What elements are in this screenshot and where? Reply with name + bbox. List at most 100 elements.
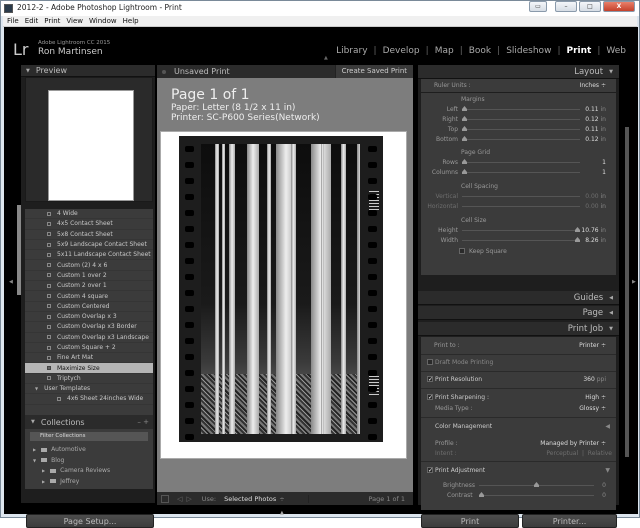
collection-set[interactable]: ▶ Camera Reviews (42, 467, 110, 474)
expand-triangle-icon[interactable]: ▼ (605, 467, 610, 474)
collapsed-triangle-icon[interactable]: ▶ (42, 479, 45, 484)
slider-thumb[interactable] (462, 116, 467, 121)
module-book[interactable]: Book (463, 46, 497, 56)
template-item[interactable]: Custom Overlap x 3 (25, 312, 153, 323)
template-item[interactable]: 5x9 Landscape Contact Sheet (25, 240, 153, 251)
ruler-units-dropdown[interactable]: Inches ÷ (580, 82, 606, 89)
slider-thumb[interactable] (462, 169, 467, 174)
template-item[interactable]: Custom 2 over 1 (25, 281, 153, 292)
cell-width-value[interactable]: 8.26 in (585, 237, 606, 244)
intent-perceptual[interactable]: Perceptual (546, 450, 578, 457)
slider-thumb[interactable] (534, 482, 539, 487)
template-item[interactable]: Custom 1 over 2 (25, 271, 153, 282)
collection-set[interactable]: ▶ Automotive (33, 446, 86, 453)
module-develop[interactable]: Develop (377, 46, 426, 56)
add-remove-collection-buttons[interactable]: – + (137, 418, 149, 426)
layout-header[interactable]: Layout ▼ (418, 65, 619, 79)
draft-mode-checkbox[interactable] (427, 359, 433, 365)
collapse-triangle-icon[interactable]: ◀ (605, 423, 610, 430)
profile-dropdown[interactable]: Managed by Printer ÷ (540, 440, 606, 447)
previous-page-icon[interactable]: ◁ (177, 495, 182, 503)
collapsed-triangle-icon[interactable]: ▶ (33, 447, 36, 452)
margin-top-value[interactable]: 0.11 in (585, 126, 606, 133)
cell-width-slider[interactable] (462, 237, 580, 242)
margin-left-value[interactable]: 0.11 in (585, 106, 606, 113)
left-panel-toggle-icon[interactable]: ◀ (9, 279, 13, 285)
grid-columns-slider[interactable] (462, 169, 580, 174)
cell-height-value[interactable]: 10.76 in (581, 227, 606, 234)
guides-header[interactable]: Guides ◀ (418, 291, 619, 305)
margin-top-slider[interactable] (462, 126, 580, 131)
menu-window[interactable]: Window (89, 16, 117, 26)
grid-rows-slider[interactable] (462, 159, 580, 164)
keep-square-checkbox[interactable] (459, 248, 465, 254)
top-panel-toggle-icon[interactable]: ▲ (324, 55, 328, 61)
template-item[interactable]: Custom (2) 4 x 6 (25, 260, 153, 271)
print-sharpening-dropdown[interactable]: High ÷ (585, 394, 606, 401)
margin-bottom-value[interactable]: 0.12 in (585, 136, 606, 143)
module-web[interactable]: Web (600, 46, 632, 56)
template-folder[interactable]: ▼ User Templates (25, 384, 153, 395)
collections-header[interactable]: ▼ Collections – + (25, 415, 153, 429)
print-to-dropdown[interactable]: Printer ÷ (579, 342, 606, 349)
contrast-value[interactable]: 0 (602, 492, 606, 499)
margin-right-value[interactable]: 0.12 in (585, 116, 606, 123)
template-item[interactable]: Custom Centered (25, 302, 153, 312)
brightness-value[interactable]: 0 (602, 482, 606, 489)
minimize-button[interactable]: – (555, 1, 577, 12)
print-sharpening-checkbox[interactable]: ✓ (427, 394, 433, 401)
template-item[interactable]: 5x11 Landscape Contact Sheet (25, 250, 153, 261)
module-print[interactable]: Print (560, 46, 597, 56)
spacing-horizontal-value[interactable]: 0.00 in (585, 203, 606, 210)
template-item[interactable]: Custom Square + 2 (25, 343, 153, 354)
contrast-slider[interactable] (479, 492, 594, 497)
template-item[interactable]: 5x8 Contact Sheet (25, 230, 153, 240)
close-button[interactable]: X (603, 1, 635, 12)
margin-left-slider[interactable] (462, 106, 580, 111)
maximize-button[interactable]: □ (579, 1, 601, 12)
slider-thumb[interactable] (462, 136, 467, 141)
intent-relative[interactable]: Relative (588, 450, 612, 457)
page-header[interactable]: Page ◀ (418, 306, 619, 320)
slider-thumb[interactable] (479, 492, 484, 497)
menu-print[interactable]: Print (44, 16, 60, 26)
grid-rows-value[interactable]: 1 (602, 159, 606, 166)
slider-thumb[interactable] (575, 227, 580, 232)
slider-thumb[interactable] (575, 237, 580, 242)
filmstrip-toggle-icon[interactable]: ▲ (280, 510, 284, 516)
menu-help[interactable]: Help (123, 16, 139, 26)
slider-thumb[interactable] (462, 126, 467, 131)
margin-right-slider[interactable] (462, 116, 580, 121)
template-item[interactable]: Triptych (25, 374, 153, 385)
collapsed-triangle-icon[interactable]: ▶ (42, 468, 45, 473)
module-library[interactable]: Library (330, 46, 373, 56)
print-resolution-value[interactable]: 360 ppi (583, 376, 606, 383)
margin-bottom-slider[interactable] (462, 136, 580, 141)
media-type-dropdown[interactable]: Glossy ÷ (579, 405, 606, 412)
template-item[interactable]: 4x5 Contact Sheet (25, 219, 153, 230)
right-panel-scrollbar[interactable] (625, 127, 629, 457)
create-saved-print-button[interactable]: Create Saved Print (334, 65, 413, 78)
collection-set[interactable]: ▼ Blog (33, 457, 64, 464)
photo-cell[interactable] (179, 136, 383, 442)
brightness-slider[interactable] (479, 482, 594, 487)
template-item[interactable]: Custom Overlap x3 Border (25, 322, 153, 333)
template-item[interactable]: 4x6 Sheet 24inches Wide (25, 394, 153, 405)
scrollbar-thumb[interactable] (625, 127, 629, 457)
preview-header[interactable]: ▼ Preview (21, 65, 155, 77)
module-slideshow[interactable]: Slideshow (500, 46, 557, 56)
spacing-vertical-value[interactable]: 0.00 in (585, 193, 606, 200)
page-setup-button[interactable]: Page Setup... (26, 514, 154, 528)
template-item[interactable]: 4 Wide (25, 209, 153, 220)
template-item[interactable]: Maximize Size (25, 363, 153, 374)
collection-set[interactable]: ▶ Jeffrey (42, 478, 79, 485)
use-selected-photos-dropdown[interactable]: Selected Photos (224, 495, 276, 503)
view-toggle-button[interactable] (161, 494, 169, 503)
print-adjustment-checkbox[interactable]: ✓ (427, 467, 433, 474)
expanded-triangle-icon[interactable]: ▼ (33, 458, 36, 463)
menu-edit[interactable]: Edit (25, 16, 39, 26)
template-item[interactable]: Fine Art Mat (25, 353, 153, 364)
next-page-icon[interactable]: ▷ (186, 495, 191, 503)
print-resolution-checkbox[interactable]: ✓ (427, 376, 433, 383)
window-extra-button[interactable]: ▭ (529, 1, 547, 12)
